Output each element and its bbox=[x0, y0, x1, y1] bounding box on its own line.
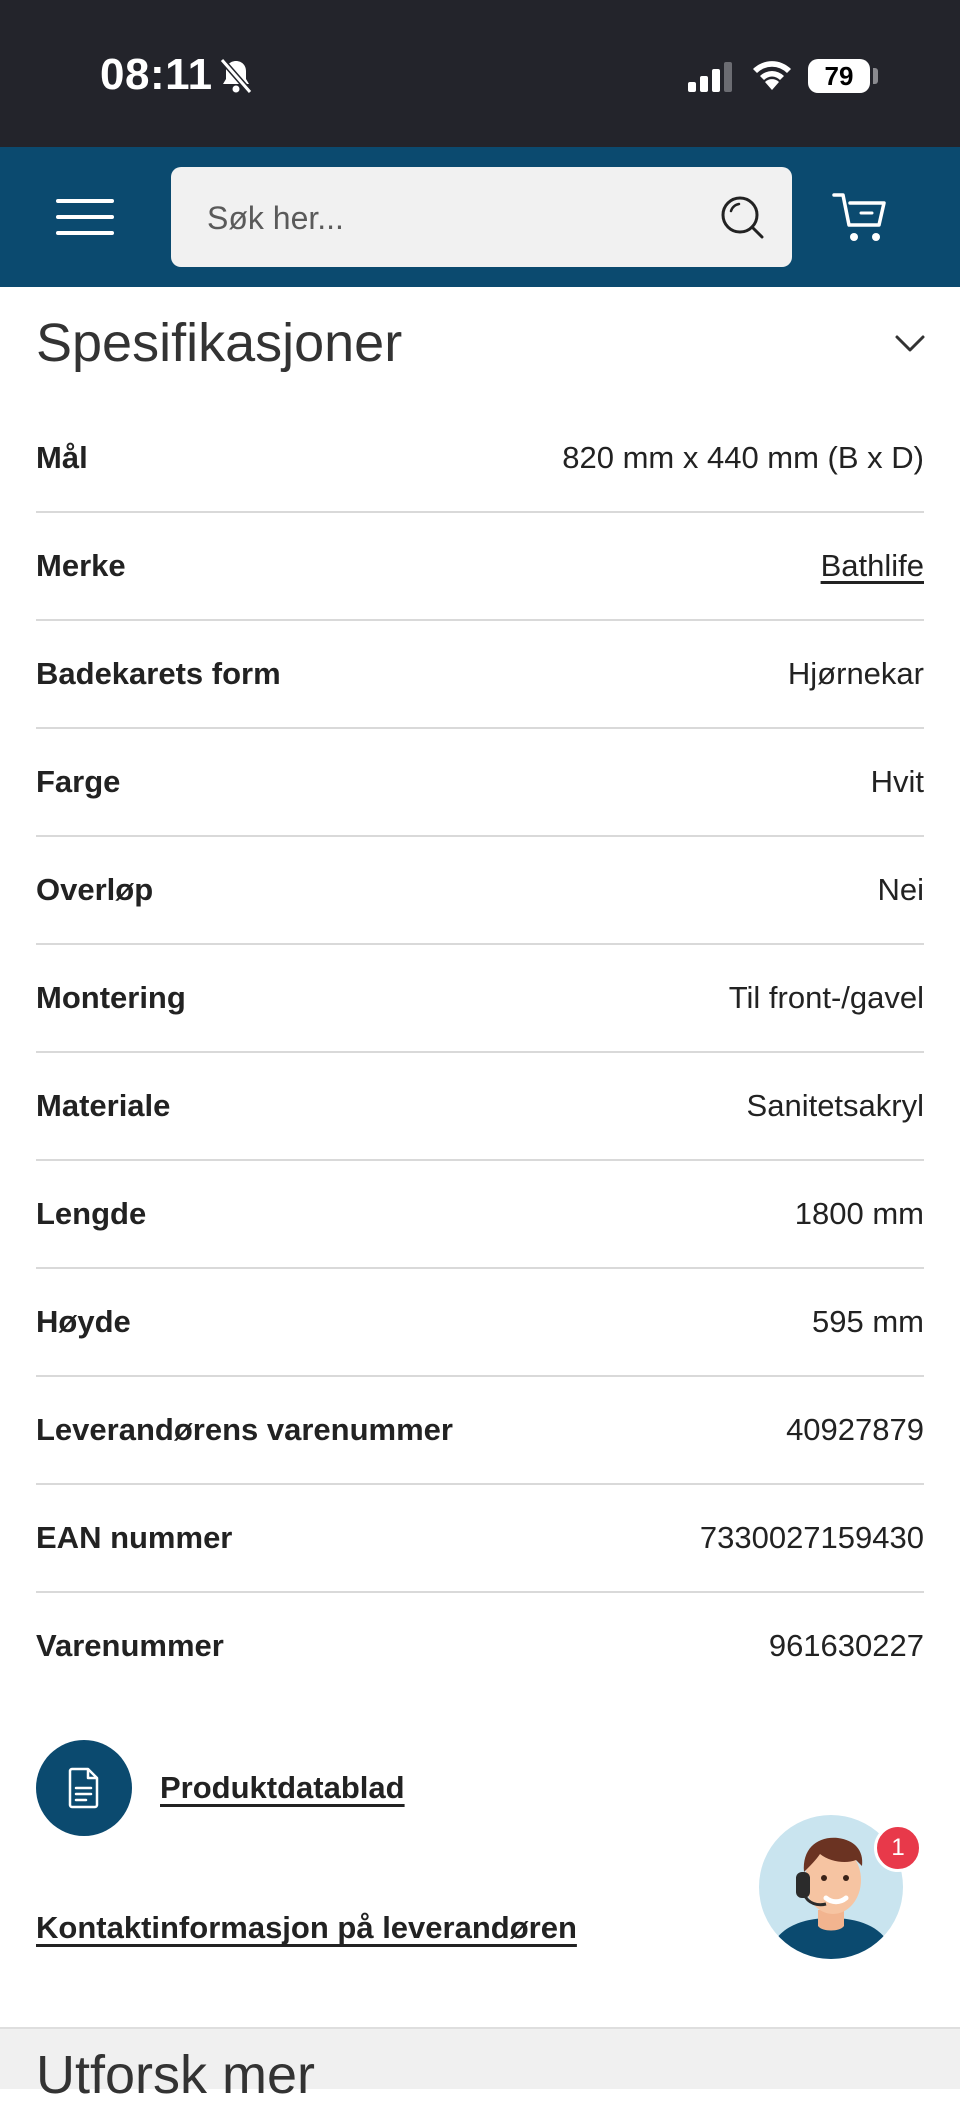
wifi-icon bbox=[750, 56, 794, 97]
spec-value: 40927879 bbox=[786, 1412, 924, 1447]
section-title: Spesifikasjoner bbox=[36, 313, 403, 373]
datasheet-link[interactable]: Produktdatablad bbox=[160, 1770, 405, 1806]
chevron-down-icon[interactable] bbox=[894, 334, 926, 359]
search-input[interactable] bbox=[205, 167, 689, 269]
spec-value: 7330027159430 bbox=[699, 1520, 924, 1555]
spec-row: Montering Til front-/gavel bbox=[36, 945, 924, 1053]
bell-slash-icon bbox=[216, 56, 256, 101]
cart-icon[interactable] bbox=[830, 187, 890, 252]
spec-value: 961630227 bbox=[768, 1628, 924, 1663]
spec-row: Badekarets form Hjørnekar bbox=[36, 621, 924, 729]
datasheet-row: Produktdatablad bbox=[36, 1740, 405, 1836]
spec-value: Nei bbox=[877, 872, 924, 907]
spec-value: 595 mm bbox=[812, 1304, 924, 1339]
spec-row: Farge Hvit bbox=[36, 729, 924, 837]
spec-value: Hjørnekar bbox=[787, 656, 924, 691]
spec-label: Farge bbox=[36, 764, 121, 799]
spec-label: Leverandørens varenummer bbox=[36, 1412, 453, 1447]
spec-row: Overløp Nei bbox=[36, 837, 924, 945]
spec-value: Hvit bbox=[870, 764, 924, 799]
status-time: 08:11 bbox=[100, 50, 213, 99]
spec-label: Badekarets form bbox=[36, 656, 281, 691]
supplier-contact-link[interactable]: Kontaktinformasjon på leverandøren bbox=[36, 1910, 577, 1946]
app-header bbox=[0, 147, 960, 287]
brand-link[interactable]: Bathlife bbox=[821, 548, 924, 584]
spec-label: Varenummer bbox=[36, 1628, 224, 1663]
spec-label: Merke bbox=[36, 548, 126, 583]
signal-icon bbox=[686, 60, 734, 99]
notification-badge: 1 bbox=[874, 1824, 922, 1872]
spec-row: Lengde 1800 mm bbox=[36, 1161, 924, 1269]
battery-tip bbox=[873, 68, 878, 84]
spec-value: 1800 mm bbox=[794, 1196, 924, 1231]
menu-icon[interactable] bbox=[56, 199, 114, 235]
spec-label: Mål bbox=[36, 440, 88, 475]
battery-icon: 79 bbox=[808, 59, 870, 93]
spec-row: EAN nummer 7330027159430 bbox=[36, 1485, 924, 1593]
document-icon[interactable] bbox=[36, 1740, 132, 1836]
spec-label: Lengde bbox=[36, 1196, 147, 1231]
status-bar: 08:11 79 bbox=[0, 0, 960, 147]
spec-label: Materiale bbox=[36, 1088, 171, 1123]
search-bar bbox=[171, 167, 792, 269]
spec-row: Leverandørens varenummer 40927879 bbox=[36, 1377, 924, 1485]
spec-label: EAN nummer bbox=[36, 1520, 233, 1555]
spec-label: Montering bbox=[36, 980, 186, 1015]
spec-row: Høyde 595 mm bbox=[36, 1269, 924, 1377]
spec-label: Høyde bbox=[36, 1304, 131, 1339]
spec-row: Mål 820 mm x 440 mm (B x D) bbox=[36, 405, 924, 513]
spec-row: Materiale Sanitetsakryl bbox=[36, 1053, 924, 1161]
spec-row: Merke Bathlife bbox=[36, 513, 924, 621]
spec-label: Overløp bbox=[36, 872, 154, 907]
spec-value: Sanitetsakryl bbox=[746, 1088, 924, 1123]
specs-table: Mål 820 mm x 440 mm (B x D) Merke Bathli… bbox=[36, 405, 924, 1699]
spec-row: Varenummer 961630227 bbox=[36, 1593, 924, 1699]
spec-value: Til front-/gavel bbox=[728, 980, 924, 1015]
next-section-title: Utforsk mer bbox=[36, 2045, 316, 2105]
spec-value: 820 mm x 440 mm (B x D) bbox=[562, 440, 924, 475]
search-icon[interactable] bbox=[718, 193, 766, 246]
